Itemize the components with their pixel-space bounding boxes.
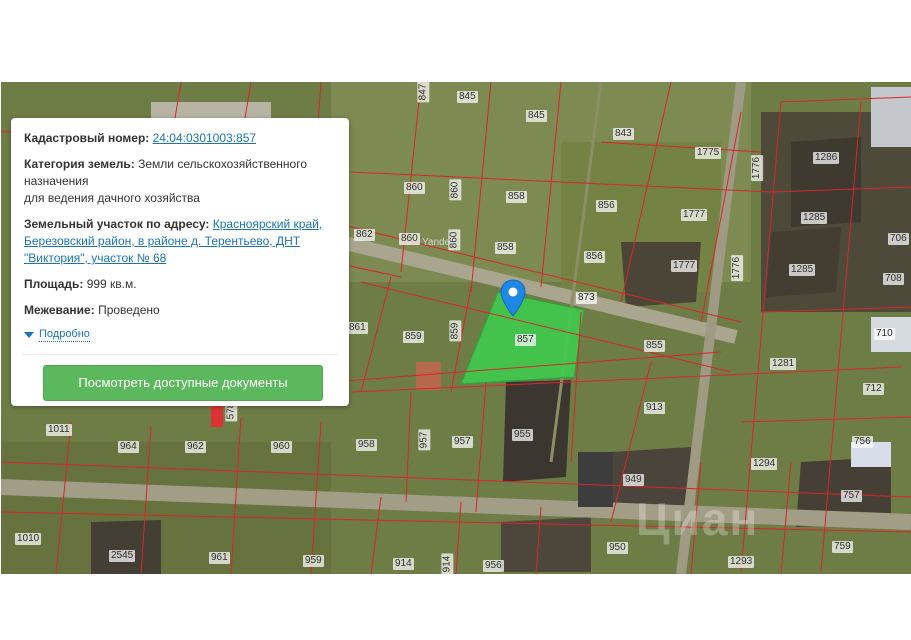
plot-label: 856 <box>596 200 617 212</box>
plot-label: 955 <box>512 429 533 441</box>
plot-label: 1011 <box>46 424 72 436</box>
cian-watermark: Циан <box>636 493 760 545</box>
land-category-row: Категория земель: Земли сельскохозяйстве… <box>24 156 336 207</box>
plot-label: 712 <box>863 383 884 395</box>
plot-label: 845 <box>457 91 478 103</box>
plot-label: 845 <box>526 110 547 122</box>
plot-label: 860 <box>399 233 420 245</box>
plot-label: 1010 <box>15 533 42 545</box>
plot-label: 949 <box>623 474 644 486</box>
plot-label: 1775 <box>695 147 722 159</box>
plot-label: 855 <box>644 340 665 352</box>
land-category-value-2: назначения <box>24 174 89 188</box>
plot-label: 1293 <box>728 556 755 568</box>
address-link[interactable]: Красноярский край, <box>213 217 322 231</box>
details-toggle[interactable]: Подробно <box>24 328 336 342</box>
survey-label: Межевание: <box>24 303 95 317</box>
triangle-down-icon <box>24 332 34 338</box>
plot-label: 913 <box>644 402 665 414</box>
plot-label: 2545 <box>109 550 136 562</box>
plot-label: 757 <box>841 490 862 502</box>
plot-label: 1776 <box>731 254 744 282</box>
plot-label: 914 <box>393 558 414 570</box>
plot-label: 956 <box>483 560 504 572</box>
plot-label: 961 <box>209 552 230 564</box>
address-label: Земельный участок по адресу: <box>24 217 210 231</box>
area-row: Площадь: 999 кв.м. <box>24 276 336 293</box>
parcel-info-card: Кадастровый номер: 24:04:0301003:857 Кат… <box>11 118 349 406</box>
address-link-2[interactable]: Березовский район, в районе д. Терентьев… <box>24 234 300 248</box>
plot-label: 1294 <box>751 458 778 470</box>
plot-label: 860 <box>404 182 425 194</box>
plot-label: 859 <box>449 320 462 342</box>
plot-label: 858 <box>495 242 516 254</box>
plot-label: 856 <box>584 251 605 263</box>
plot-label: 1281 <box>770 358 797 370</box>
divider <box>22 354 338 355</box>
plot-label: 843 <box>613 128 634 140</box>
plot-label: 756 <box>852 436 873 448</box>
plot-label: 959 <box>303 555 324 567</box>
plot-label: 1285 <box>789 264 816 276</box>
plot-label: 859 <box>403 331 424 343</box>
plot-label: 1776 <box>751 154 764 182</box>
details-link[interactable]: Подробно <box>39 328 90 342</box>
land-category-value-3: для ведения дачного хозяйства <box>24 191 200 205</box>
plot-label: 759 <box>832 541 853 553</box>
view-documents-button[interactable]: Посмотреть доступные документы <box>43 365 323 401</box>
plot-label: 858 <box>506 191 527 203</box>
plot-label: 873 <box>576 292 597 304</box>
plot-label: 958 <box>356 439 377 451</box>
plot-label: 860 <box>449 179 462 201</box>
address-row: Земельный участок по адресу: Красноярски… <box>24 216 336 267</box>
land-category-label: Категория земель: <box>24 157 135 171</box>
plot-label: 1777 <box>671 260 698 272</box>
plot-label: 847 <box>417 82 430 103</box>
land-category-value: Земли сельскохозяйственного <box>138 157 308 171</box>
plot-label: 861 <box>347 322 368 334</box>
plot-label: 957 <box>452 436 473 448</box>
plot-label: 862 <box>354 229 375 241</box>
address-link-3[interactable]: "Виктория", участок № 68 <box>24 251 166 265</box>
survey-value: Проведено <box>98 303 160 317</box>
plot-label: 710 <box>874 328 895 340</box>
area-label: Площадь: <box>24 277 84 291</box>
plot-label: 1285 <box>801 212 828 224</box>
plot-label: 950 <box>607 542 628 554</box>
area-value: 999 кв.м. <box>86 277 137 291</box>
plot-label: 860 <box>448 229 461 251</box>
plot-label: 1286 <box>813 152 840 164</box>
plot-label: 914 <box>441 553 454 574</box>
survey-row: Межевание: Проведено <box>24 302 336 319</box>
plot-label: 964 <box>118 441 139 453</box>
cadastral-number-link[interactable]: 24:04:0301003:857 <box>153 131 256 145</box>
plot-label: 1777 <box>681 209 708 221</box>
plot-label: 706 <box>888 233 909 245</box>
plot-label: 957 <box>418 429 431 451</box>
plot-label: 708 <box>883 273 904 285</box>
cadastral-number-label: Кадастровый номер: <box>24 131 150 145</box>
map-pin-icon[interactable] <box>500 279 526 317</box>
cadastral-number-row: Кадастровый номер: 24:04:0301003:857 <box>24 130 336 147</box>
plot-label: 960 <box>271 441 292 453</box>
plot-label: 962 <box>185 441 206 453</box>
plot-label: 857 <box>515 334 536 346</box>
